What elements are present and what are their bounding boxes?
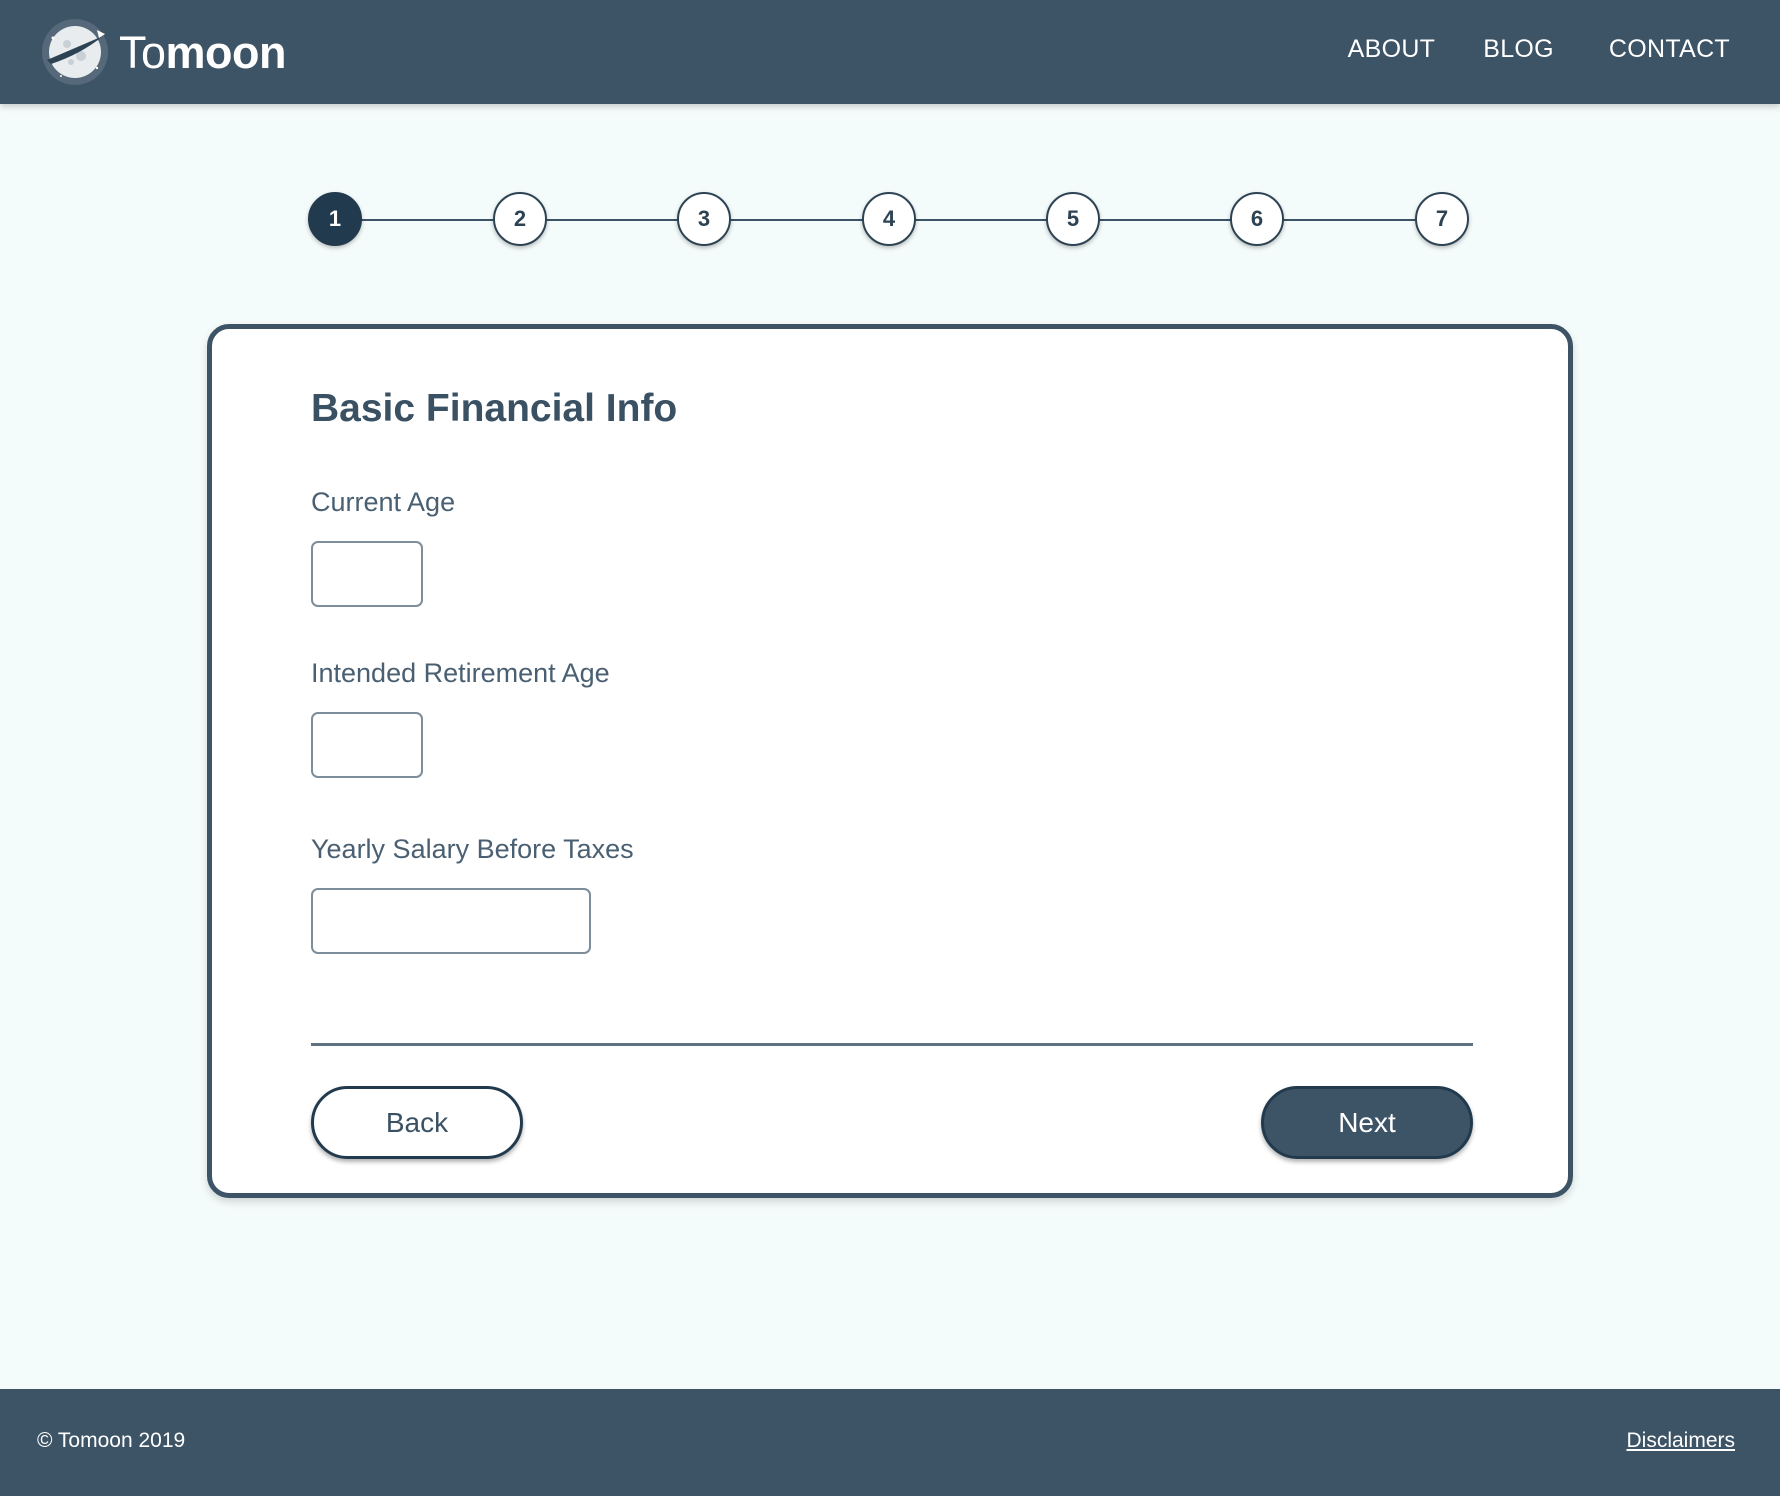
logo-text-light: To — [119, 26, 166, 78]
copyright-text: © Tomoon 2019 — [37, 1429, 186, 1452]
retirement-age-input[interactable] — [311, 712, 423, 778]
logo-wordmark: Tomoon — [119, 26, 287, 78]
progress-stepper: 1 2 3 4 5 6 7 — [308, 192, 1473, 248]
logo[interactable]: Tomoon — [41, 18, 287, 86]
step-1[interactable]: 1 — [308, 192, 362, 246]
yearly-salary-input[interactable] — [311, 888, 591, 954]
yearly-salary-label: Yearly Salary Before Taxes — [311, 834, 634, 864]
disclaimers-link[interactable]: Disclaimers — [1626, 1429, 1735, 1453]
logo-text-bold: moon — [165, 26, 287, 78]
form-divider — [311, 1043, 1473, 1046]
nav-link-blog[interactable]: BLOG — [1483, 34, 1554, 64]
step-4[interactable]: 4 — [862, 192, 916, 246]
nav-link-about[interactable]: ABOUT — [1348, 34, 1436, 64]
step-5[interactable]: 5 — [1046, 192, 1100, 246]
form-card: Basic Financial Info Current Age Intende… — [207, 324, 1573, 1198]
form-title: Basic Financial Info — [311, 387, 678, 430]
nav-link-contact[interactable]: CONTACT — [1609, 34, 1730, 64]
retirement-age-label: Intended Retirement Age — [311, 658, 610, 688]
current-age-label: Current Age — [311, 487, 456, 517]
moon-logo-icon — [42, 19, 108, 85]
step-6[interactable]: 6 — [1230, 192, 1284, 246]
next-button[interactable]: Next — [1261, 1086, 1473, 1159]
step-3[interactable]: 3 — [677, 192, 731, 246]
site-header: Tomoon ABOUT BLOG CONTACT — [0, 0, 1780, 104]
back-button[interactable]: Back — [311, 1086, 523, 1159]
main-nav: ABOUT BLOG CONTACT — [1348, 34, 1730, 64]
site-footer: © Tomoon 2019 Disclaimers — [0, 1389, 1780, 1496]
step-2[interactable]: 2 — [493, 192, 547, 246]
current-age-input[interactable] — [311, 541, 423, 607]
step-7[interactable]: 7 — [1415, 192, 1469, 246]
